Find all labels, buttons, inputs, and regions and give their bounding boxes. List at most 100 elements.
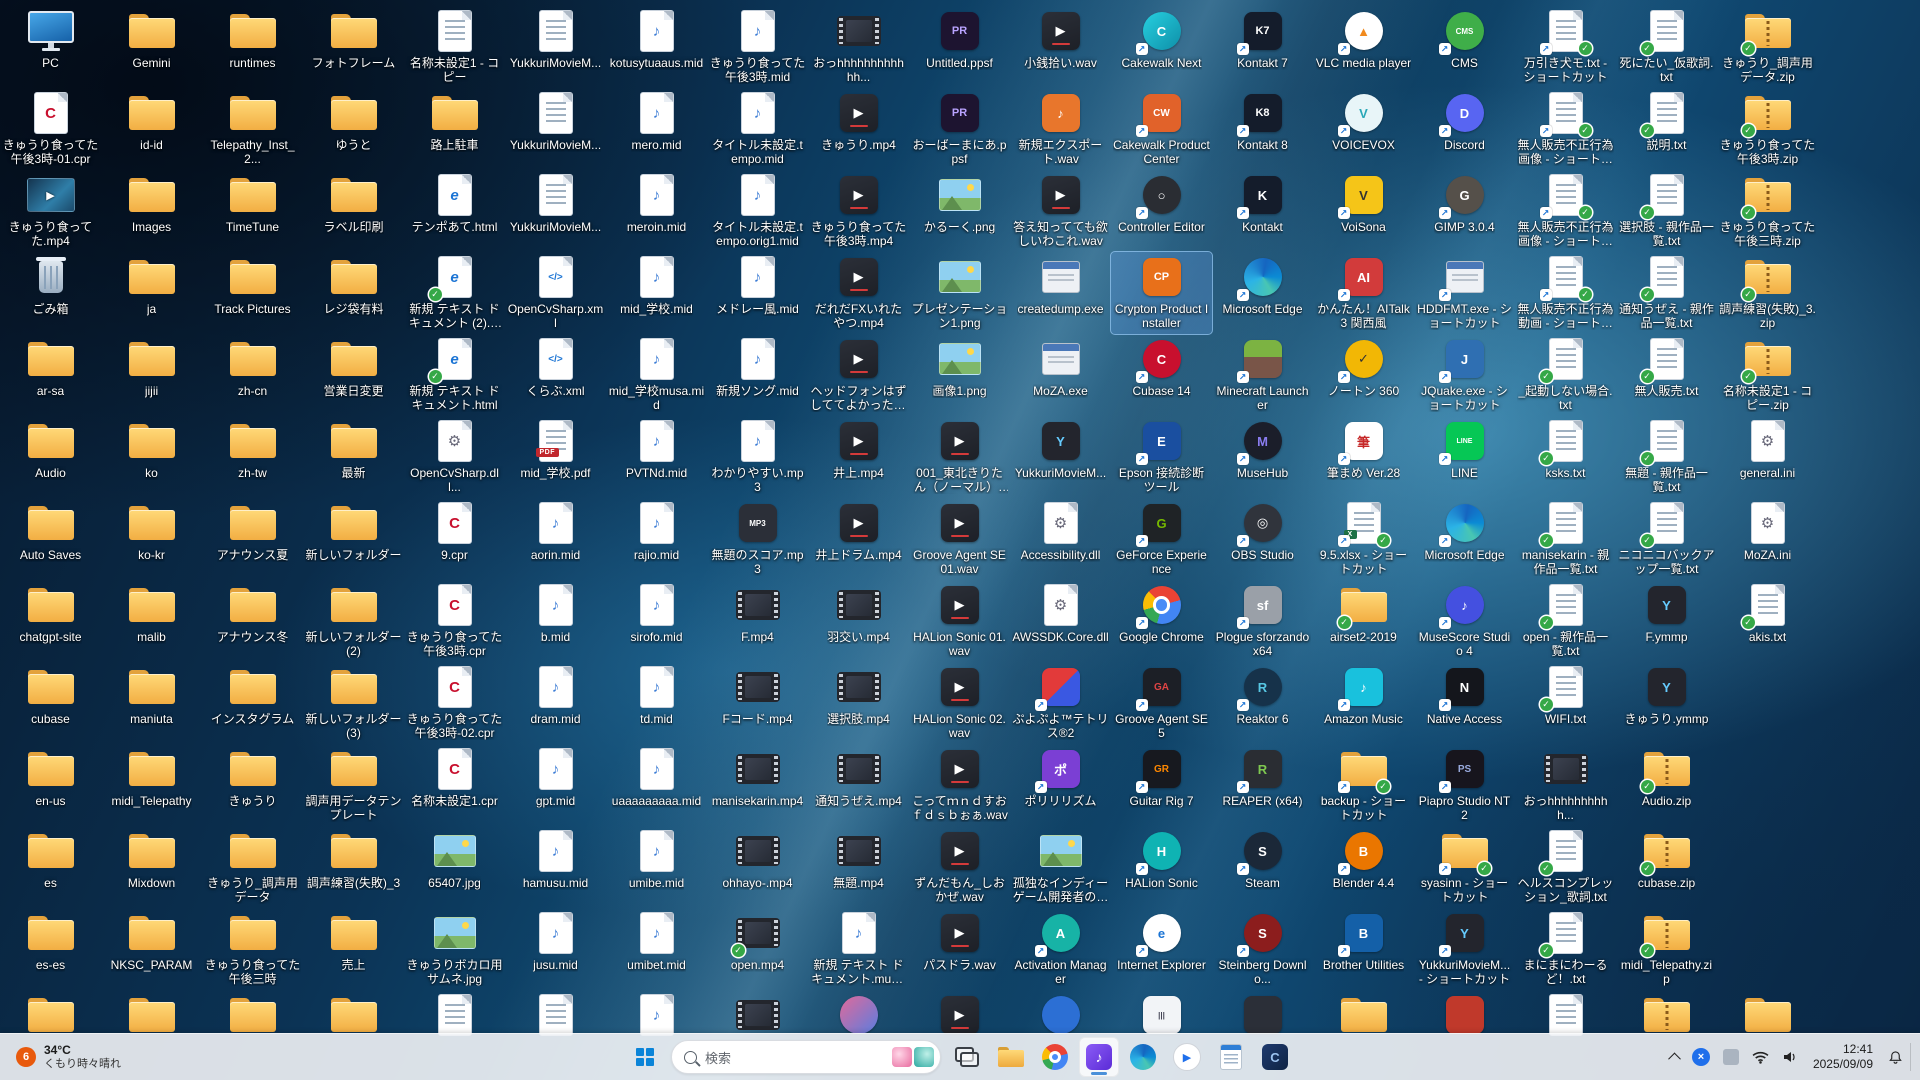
desktop-icon[interactable]: Telepathy_Inst_2... — [202, 88, 303, 170]
desktop-icon[interactable]: ♪タイトル未設定.tempo.orig1.mid — [707, 170, 808, 252]
desktop-icon[interactable]: ↗Microsoft Edge — [1414, 498, 1515, 580]
desktop-icon[interactable]: ✓きゅうり食ってた午後3時.zip — [1717, 88, 1818, 170]
desktop-icon[interactable]: ▶きゅうり食ってた午後3時.mp4 — [808, 170, 909, 252]
desktop-icon[interactable]: ko-kr — [101, 498, 202, 580]
desktop-icon[interactable]: S↗Steinberg Downlo... — [1212, 908, 1313, 990]
desktop-icon[interactable]: zh-cn — [202, 334, 303, 416]
desktop-icon[interactable]: E↗Epson 接続診断ツール — [1111, 416, 1212, 498]
start-button[interactable] — [625, 1037, 665, 1077]
desktop-icon[interactable]: ✓_起動しない場合.txt — [1515, 334, 1616, 416]
desktop-icon[interactable]: ▶答え知ってても欲しいわこれ.wav — [1010, 170, 1111, 252]
desktop-icon[interactable]: Cきゅうり食ってた午後3時.cpr — [404, 580, 505, 662]
desktop-icon[interactable]: midi_Telepathy — [101, 744, 202, 826]
desktop-icon[interactable]: おっhhhhhhhhhh... — [1515, 744, 1616, 826]
desktop-icon[interactable]: Fコード.mp4 — [707, 662, 808, 744]
desktop-icon[interactable]: </>OpenCvSharp.xml — [505, 252, 606, 334]
desktop-icon[interactable]: ♪新規ソング.mid — [707, 334, 808, 416]
desktop-icon[interactable]: ✓Audio.zip — [1616, 744, 1717, 826]
desktop-icon[interactable]: ▶井上.mp4 — [808, 416, 909, 498]
desktop-icon[interactable]: ♪sirofo.mid — [606, 580, 707, 662]
desktop-icon[interactable]: es-es — [0, 908, 101, 990]
desktop-icon[interactable]: きゅうり食ってた午後三時 — [202, 908, 303, 990]
desktop-icon[interactable]: runtimes — [202, 6, 303, 88]
desktop-icon[interactable]: maniuta — [101, 662, 202, 744]
desktop-icon[interactable]: 孤独なインディーゲーム開発者の一生... — [1010, 826, 1111, 908]
desktop-icon[interactable]: ✓ヘルスコンプレッション_歌詞.txt — [1515, 826, 1616, 908]
taskbar-pin-chrome[interactable] — [1035, 1037, 1075, 1077]
desktop-icon[interactable]: e✓新規 テキスト ドキュメント.html — [404, 334, 505, 416]
desktop-icon[interactable]: 新しいフォルダー (3) — [303, 662, 404, 744]
desktop-icon[interactable]: ◎↗OBS Studio — [1212, 498, 1313, 580]
desktop-icon[interactable]: Mixdown — [101, 826, 202, 908]
desktop-icon[interactable]: ⚙OpenCvSharp.dll... — [404, 416, 505, 498]
desktop-icon[interactable]: G↗GIMP 3.0.4 — [1414, 170, 1515, 252]
desktop-icon[interactable]: AI↗かんたん！AITalk 3 関西風 — [1313, 252, 1414, 334]
desktop-icon[interactable]: C名称未設定1.cpr — [404, 744, 505, 826]
desktop-icon[interactable]: ✓akis.txt — [1717, 580, 1818, 662]
desktop-icon[interactable]: ⚙MoZA.ini — [1717, 498, 1818, 580]
desktop-icon[interactable]: ♪PVTNd.mid — [606, 416, 707, 498]
desktop-icon[interactable]: Gemini — [101, 6, 202, 88]
desktop-icon[interactable]: ♪meroin.mid — [606, 170, 707, 252]
desktop-icon[interactable]: ✓通知うぜえ - 親作品一覧.txt — [1616, 252, 1717, 334]
desktop-icon[interactable]: ▶だれだFXいれたやつ.mp4 — [808, 252, 909, 334]
desktop-icon[interactable]: ✓きゅうり_調声用データ.zip — [1717, 6, 1818, 88]
desktop-icon[interactable]: 調声用データテンプレート — [303, 744, 404, 826]
taskbar-pin-edge[interactable] — [1123, 1037, 1163, 1077]
desktop-icon[interactable]: J↗JQuake.exe - ショートカット — [1414, 334, 1515, 416]
desktop-icon[interactable]: ▶HALion Sonic 01.wav — [909, 580, 1010, 662]
desktop-icon[interactable]: MP3無題のスコア.mp3 — [707, 498, 808, 580]
desktop-icon[interactable]: YukkuriMovieM... — [505, 6, 606, 88]
desktop-icon[interactable]: ✓まにまにわーるど！.txt — [1515, 908, 1616, 990]
desktop-icon[interactable]: ▶こってｍｎｄすおｆｄｓｂぉぁ.wav — [909, 744, 1010, 826]
desktop-icon[interactable]: en-us — [0, 744, 101, 826]
search-input[interactable]: 検索 — [671, 1040, 941, 1074]
desktop-icon[interactable]: かるーく.png — [909, 170, 1010, 252]
desktop-icon[interactable]: きゅうり_調声用データ — [202, 826, 303, 908]
desktop-icon[interactable]: ✓調声練習(失敗)_3.zip — [1717, 252, 1818, 334]
desktop-icon[interactable]: ♪umibe.mid — [606, 826, 707, 908]
desktop-icon[interactable]: ✓きゅうり食ってた午後三時.zip — [1717, 170, 1818, 252]
desktop-icon[interactable]: ゆうと — [303, 88, 404, 170]
desktop-icon[interactable]: CPCrypton Product Installer — [1111, 252, 1212, 334]
desktop-icon[interactable]: ✓死にたい_仮歌詞.txt — [1616, 6, 1717, 88]
desktop-icon[interactable]: CMS↗CMS — [1414, 6, 1515, 88]
desktop-icon[interactable]: ↗✓無人販売不正行為動画 - ショートカット — [1515, 252, 1616, 334]
desktop-icon[interactable]: manisekarin.mp4 — [707, 744, 808, 826]
desktop-icon[interactable]: GR↗Guitar Rig 7 — [1111, 744, 1212, 826]
tray-app-button-1[interactable] — [1686, 1044, 1716, 1070]
desktop-icon[interactable]: ▲↗VLC media player — [1313, 6, 1414, 88]
desktop-icon[interactable]: YukkuriMovieM... — [505, 88, 606, 170]
desktop-icon[interactable]: ♪メドレー風.mid — [707, 252, 808, 334]
desktop-icon[interactable]: ✓説明.txt — [1616, 88, 1717, 170]
desktop-icon[interactable]: e↗Internet Explorer — [1111, 908, 1212, 990]
desktop-icon[interactable]: YYukkuriMovieM... — [1010, 416, 1111, 498]
desktop-icon[interactable]: PC — [0, 6, 101, 88]
desktop-icon[interactable]: 路上駐車 — [404, 88, 505, 170]
desktop-icon[interactable]: Yきゅうり.ymmp — [1616, 662, 1717, 744]
desktop-icon[interactable]: e✓新規 テキスト ドキュメント (2).html — [404, 252, 505, 334]
desktop-icon[interactable]: jijii — [101, 334, 202, 416]
desktop-icon[interactable]: YF.ymmp — [1616, 580, 1717, 662]
desktop-icon[interactable]: ♪uaaaaaaaaa.mid — [606, 744, 707, 826]
desktop-icon[interactable]: ✓選択肢 - 親作品一覧.txt — [1616, 170, 1717, 252]
show-desktop-button[interactable] — [1910, 1043, 1916, 1071]
taskbar-pin-file-explorer[interactable] — [991, 1037, 1031, 1077]
desktop-icon[interactable]: ↗Google Chrome — [1111, 580, 1212, 662]
desktop-icon[interactable]: ♪↗Amazon Music — [1313, 662, 1414, 744]
desktop-icon[interactable]: ▶ずんだもん_しおかぜ.wav — [909, 826, 1010, 908]
desktop-icon[interactable]: K8↗Kontakt 8 — [1212, 88, 1313, 170]
desktop-icon[interactable]: ♪dram.mid — [505, 662, 606, 744]
desktop-icon[interactable]: PDFmid_学校.pdf — [505, 416, 606, 498]
desktop-icon[interactable]: ♪td.mid — [606, 662, 707, 744]
desktop-icon[interactable]: Cきゅうり食ってた午後3時-02.cpr — [404, 662, 505, 744]
desktop-icon[interactable]: id-id — [101, 88, 202, 170]
desktop-icon[interactable]: ↗Microsoft Edge — [1212, 252, 1313, 334]
volume-button[interactable] — [1776, 1046, 1804, 1068]
desktop-icon[interactable]: ♪きゅうり食ってた午後3時.mid — [707, 6, 808, 88]
desktop-icon[interactable]: おっhhhhhhhhhhhh... — [808, 6, 909, 88]
desktop-icon[interactable]: S↗Steam — [1212, 826, 1313, 908]
desktop-icon[interactable]: ごみ箱 — [0, 252, 101, 334]
desktop-icon[interactable]: ⚙general.ini — [1717, 416, 1818, 498]
desktop-icon[interactable]: ♪新規エクスポート.wav — [1010, 88, 1111, 170]
